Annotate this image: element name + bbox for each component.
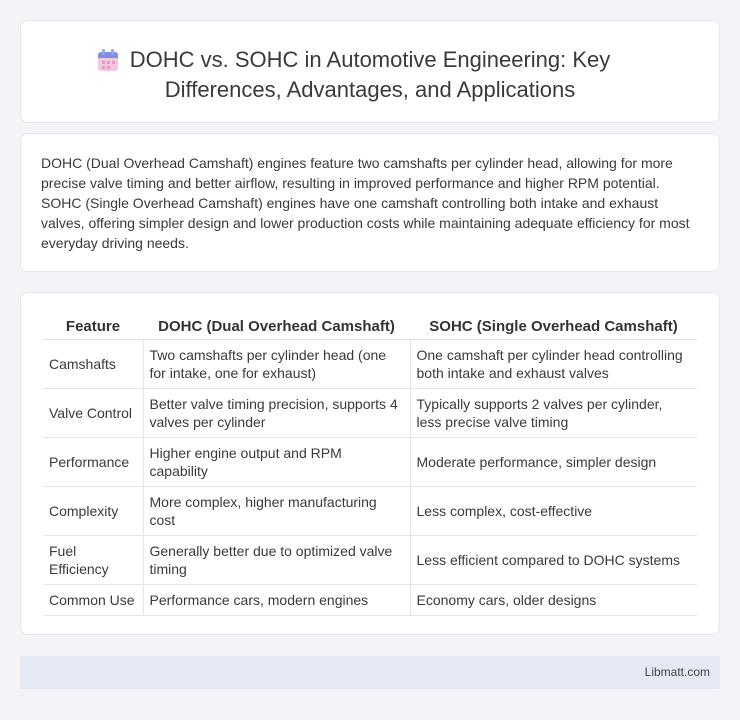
dohc-cell: Better valve timing precision, supports … bbox=[143, 388, 411, 438]
feature-cell: Valve Control bbox=[43, 388, 144, 438]
sohc-cell: Less complex, cost-effective bbox=[410, 486, 697, 536]
feature-cell: Complexity bbox=[43, 486, 144, 536]
feature-cell: Fuel Efficiency bbox=[43, 535, 144, 585]
sohc-cell: Moderate performance, simpler design bbox=[410, 437, 697, 487]
footer-bar: Libmatt.com bbox=[20, 656, 720, 689]
sohc-cell: Less efficient compared to DOHC systems bbox=[410, 535, 697, 585]
footer-site-link[interactable]: Libmatt.com bbox=[645, 665, 710, 679]
dohc-cell: Performance cars, modern engines bbox=[143, 584, 411, 616]
feature-cell: Performance bbox=[43, 437, 144, 487]
feature-cell: Camshafts bbox=[43, 339, 144, 389]
sohc-cell: Economy cars, older designs bbox=[410, 584, 697, 616]
table-row: Fuel Efficiency Generally better due to … bbox=[43, 535, 697, 585]
table-row: Complexity More complex, higher manufact… bbox=[43, 486, 697, 536]
title-wrap: DOHC vs. SOHC in Automotive Engineering:… bbox=[21, 45, 719, 105]
intro-card: DOHC (Dual Overhead Camshaft) engines fe… bbox=[20, 133, 720, 272]
intro-paragraph: DOHC (Dual Overhead Camshaft) engines fe… bbox=[41, 155, 690, 251]
dohc-cell: Generally better due to optimized valve … bbox=[143, 535, 411, 585]
header-dohc: DOHC (Dual Overhead Camshaft) bbox=[143, 315, 410, 340]
header-feature: Feature bbox=[43, 315, 143, 340]
table-row: Camshafts Two camshafts per cylinder hea… bbox=[43, 339, 697, 389]
feature-cell: Common Use bbox=[43, 584, 144, 616]
comparison-card: Feature DOHC (Dual Overhead Camshaft) SO… bbox=[20, 292, 720, 635]
sohc-cell: One camshaft per cylinder head controlli… bbox=[410, 339, 697, 389]
header-sohc: SOHC (Single Overhead Camshaft) bbox=[410, 315, 697, 340]
dohc-cell: More complex, higher manufacturing cost bbox=[143, 486, 411, 536]
sohc-cell: Typically supports 2 valves per cylinder… bbox=[410, 388, 697, 438]
table-header-row: Feature DOHC (Dual Overhead Camshaft) SO… bbox=[43, 315, 697, 340]
table-row: Valve Control Better valve timing precis… bbox=[43, 388, 697, 438]
comparison-table: Feature DOHC (Dual Overhead Camshaft) SO… bbox=[43, 315, 697, 616]
table-row: Common Use Performance cars, modern engi… bbox=[43, 584, 697, 616]
page-title: DOHC vs. SOHC in Automotive Engineering:… bbox=[129, 47, 611, 102]
dohc-cell: Two camshafts per cylinder head (one for… bbox=[143, 339, 411, 389]
calendar-icon bbox=[98, 49, 118, 71]
table-row: Performance Higher engine output and RPM… bbox=[43, 437, 697, 487]
title-card: DOHC vs. SOHC in Automotive Engineering:… bbox=[20, 20, 720, 123]
dohc-cell: Higher engine output and RPM capability bbox=[143, 437, 411, 487]
